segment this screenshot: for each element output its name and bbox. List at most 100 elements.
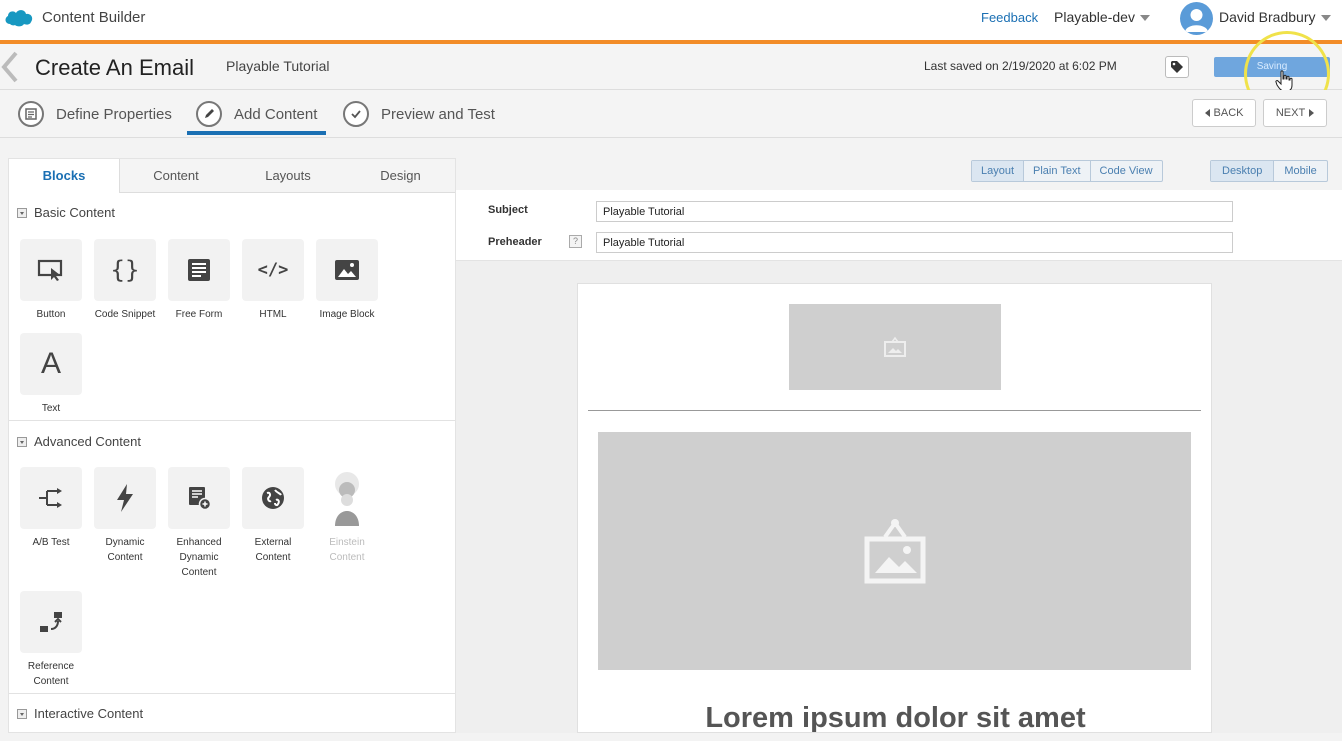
preheader-input[interactable]	[596, 232, 1233, 253]
section-interactive-content[interactable]: Interactive Content	[17, 706, 143, 721]
back-chevron-icon[interactable]	[0, 50, 22, 84]
next-button[interactable]: NEXT	[1263, 99, 1327, 127]
properties-icon	[18, 101, 44, 127]
block-reference-content[interactable]: Reference Content	[18, 591, 84, 689]
block-label: A/B Test	[32, 537, 70, 548]
next-label: NEXT	[1275, 107, 1306, 119]
block-external-content[interactable]: External Content	[240, 467, 306, 565]
mobile-preview-button[interactable]: Mobile	[1274, 161, 1326, 181]
org-switcher[interactable]: Playable-dev	[1054, 9, 1150, 25]
tag-icon	[1171, 61, 1183, 73]
code-view-button[interactable]: Code View	[1091, 161, 1162, 181]
back-label: BACK	[1213, 107, 1244, 119]
tag-button[interactable]	[1165, 56, 1189, 78]
section-divider	[9, 420, 455, 421]
step-label: Preview and Test	[381, 105, 495, 123]
tab-layouts[interactable]: Layouts	[232, 159, 344, 193]
block-label: Code Snippet	[94, 309, 156, 320]
page-subtitle: Playable Tutorial	[226, 58, 330, 74]
app-title: Content Builder	[42, 9, 146, 26]
block-free-form[interactable]: Free Form	[166, 239, 232, 322]
feedback-link[interactable]: Feedback	[981, 10, 1038, 25]
section-title: Advanced Content	[34, 434, 141, 449]
device-preview-group: Desktop Mobile	[1210, 160, 1328, 182]
active-step-indicator	[187, 131, 326, 135]
lightning-icon	[94, 467, 156, 529]
image-placeholder-icon	[884, 336, 906, 357]
tab-blocks[interactable]: Blocks	[9, 159, 120, 193]
canvas-divider	[588, 410, 1201, 411]
section-title: Interactive Content	[34, 706, 144, 721]
curly-braces-icon: {}	[94, 239, 156, 301]
block-button[interactable]: Button	[18, 239, 84, 322]
text-icon: A	[20, 333, 82, 395]
back-button[interactable]: BACK	[1192, 99, 1256, 127]
block-label: Reference Content	[27, 661, 75, 687]
block-label: Dynamic Content	[105, 537, 145, 563]
panel-tabs: Blocks Content Layouts Design	[9, 159, 455, 193]
collapse-toggle-icon	[17, 436, 27, 447]
reference-icon	[20, 591, 82, 653]
block-label: HTML	[259, 309, 287, 320]
globe-icon	[242, 467, 304, 529]
image-placeholder-logo[interactable]	[789, 304, 1001, 390]
section-advanced-content[interactable]: Advanced Content	[17, 434, 141, 449]
chevron-down-icon	[1139, 15, 1150, 22]
step-define-properties[interactable]: Define Properties	[18, 100, 172, 128]
block-label: Text	[41, 403, 61, 414]
block-label: Einstein Content	[329, 537, 365, 563]
block-text[interactable]: A Text	[18, 333, 84, 416]
block-einstein-content[interactable]: Einstein Content	[314, 467, 380, 565]
plain-text-view-button[interactable]: Plain Text	[1024, 161, 1091, 181]
canvas-heading[interactable]: Lorem ipsum dolor sit amet	[578, 702, 1211, 732]
step-preview-test[interactable]: Preview and Test	[343, 100, 495, 128]
block-label: Enhanced Dynamic Content	[176, 537, 222, 578]
block-html[interactable]: </> HTML	[240, 239, 306, 322]
free-form-icon	[168, 239, 230, 301]
user-menu[interactable]: David Bradbury	[1219, 9, 1331, 25]
hand-cursor-icon	[1275, 70, 1293, 92]
tab-content[interactable]: Content	[120, 159, 232, 193]
block-dynamic-content[interactable]: Dynamic Content	[92, 467, 158, 565]
chevron-down-icon	[1320, 15, 1331, 22]
section-title: Basic Content	[34, 205, 115, 220]
block-enhanced-dynamic-content[interactable]: Enhanced Dynamic Content	[166, 467, 232, 580]
subject-label: Subject	[488, 204, 528, 216]
block-label: Free Form	[175, 309, 223, 320]
layout-view-button[interactable]: Layout	[972, 161, 1025, 181]
view-mode-group: Layout Plain Text Code View	[971, 160, 1163, 182]
user-name: David Bradbury	[1219, 9, 1316, 25]
block-image[interactable]: Image Block	[314, 239, 380, 322]
collapse-toggle-icon	[17, 708, 27, 719]
button-icon	[20, 239, 82, 301]
page-title: Create An Email	[35, 55, 194, 80]
email-canvas[interactable]: Lorem ipsum dolor sit amet	[577, 283, 1212, 733]
help-icon[interactable]: ?	[569, 235, 582, 248]
user-icon	[1185, 9, 1208, 32]
subject-input[interactable]	[596, 201, 1233, 222]
einstein-icon	[316, 467, 378, 529]
save-button[interactable]: Saving	[1214, 57, 1330, 77]
desktop-preview-button[interactable]: Desktop	[1211, 161, 1275, 181]
image-placeholder-hero[interactable]	[598, 432, 1191, 670]
image-placeholder-icon	[864, 519, 925, 584]
last-saved-status: Last saved on 2/19/2020 at 6:02 PM	[924, 59, 1117, 73]
content-blocks-panel: Blocks Content Layouts Design Basic Cont…	[8, 158, 456, 733]
pencil-icon	[196, 101, 222, 127]
caret-right-icon	[1309, 109, 1315, 117]
tab-design[interactable]: Design	[344, 159, 455, 193]
step-add-content[interactable]: Add Content	[196, 100, 317, 128]
caret-left-icon	[1204, 109, 1210, 117]
section-divider	[9, 693, 455, 694]
check-icon	[343, 101, 369, 127]
image-icon	[316, 239, 378, 301]
salesforce-cloud-logo	[5, 10, 33, 27]
block-code-snippet[interactable]: {} Code Snippet	[92, 239, 158, 322]
block-label: Image Block	[319, 309, 375, 320]
split-arrows-icon	[20, 467, 82, 529]
enhanced-dynamic-icon	[168, 467, 230, 529]
block-ab-test[interactable]: A/B Test	[18, 467, 84, 550]
section-basic-content[interactable]: Basic Content	[17, 205, 115, 220]
avatar[interactable]	[1180, 2, 1213, 35]
block-label: Button	[36, 309, 66, 320]
